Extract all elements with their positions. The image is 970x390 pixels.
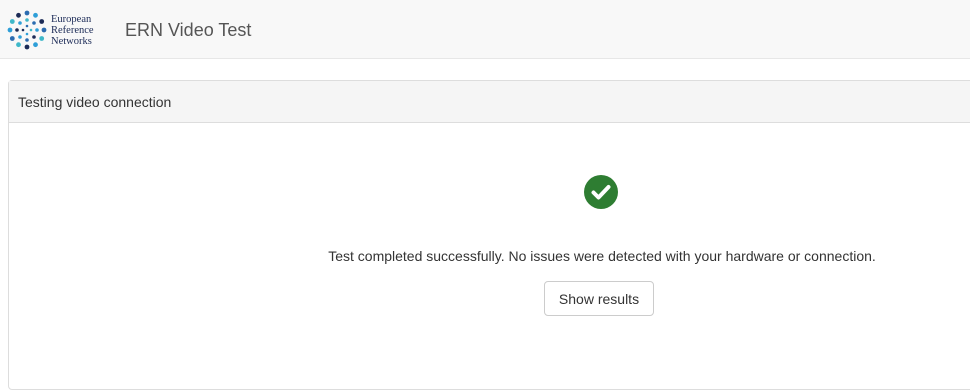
logo-line-3: Networks	[51, 35, 92, 47]
logo-line-1: European	[51, 13, 92, 25]
ern-dots-logo-icon	[7, 10, 47, 50]
app-title[interactable]: ERN Video Test	[125, 19, 251, 41]
check-circle-icon	[584, 175, 618, 209]
top-navbar: European Reference Networks ERN Video Te…	[0, 0, 970, 59]
test-panel: Testing video connection Test completed …	[8, 80, 970, 390]
panel-heading: Testing video connection	[9, 81, 970, 123]
logo-line-2: Reference	[51, 24, 94, 36]
ern-logo[interactable]: European Reference Networks	[7, 9, 115, 51]
show-results-button[interactable]: Show results	[544, 281, 654, 316]
result-message: Test completed successfully. No issues w…	[328, 248, 876, 264]
logo-text: European Reference Networks	[51, 14, 94, 47]
